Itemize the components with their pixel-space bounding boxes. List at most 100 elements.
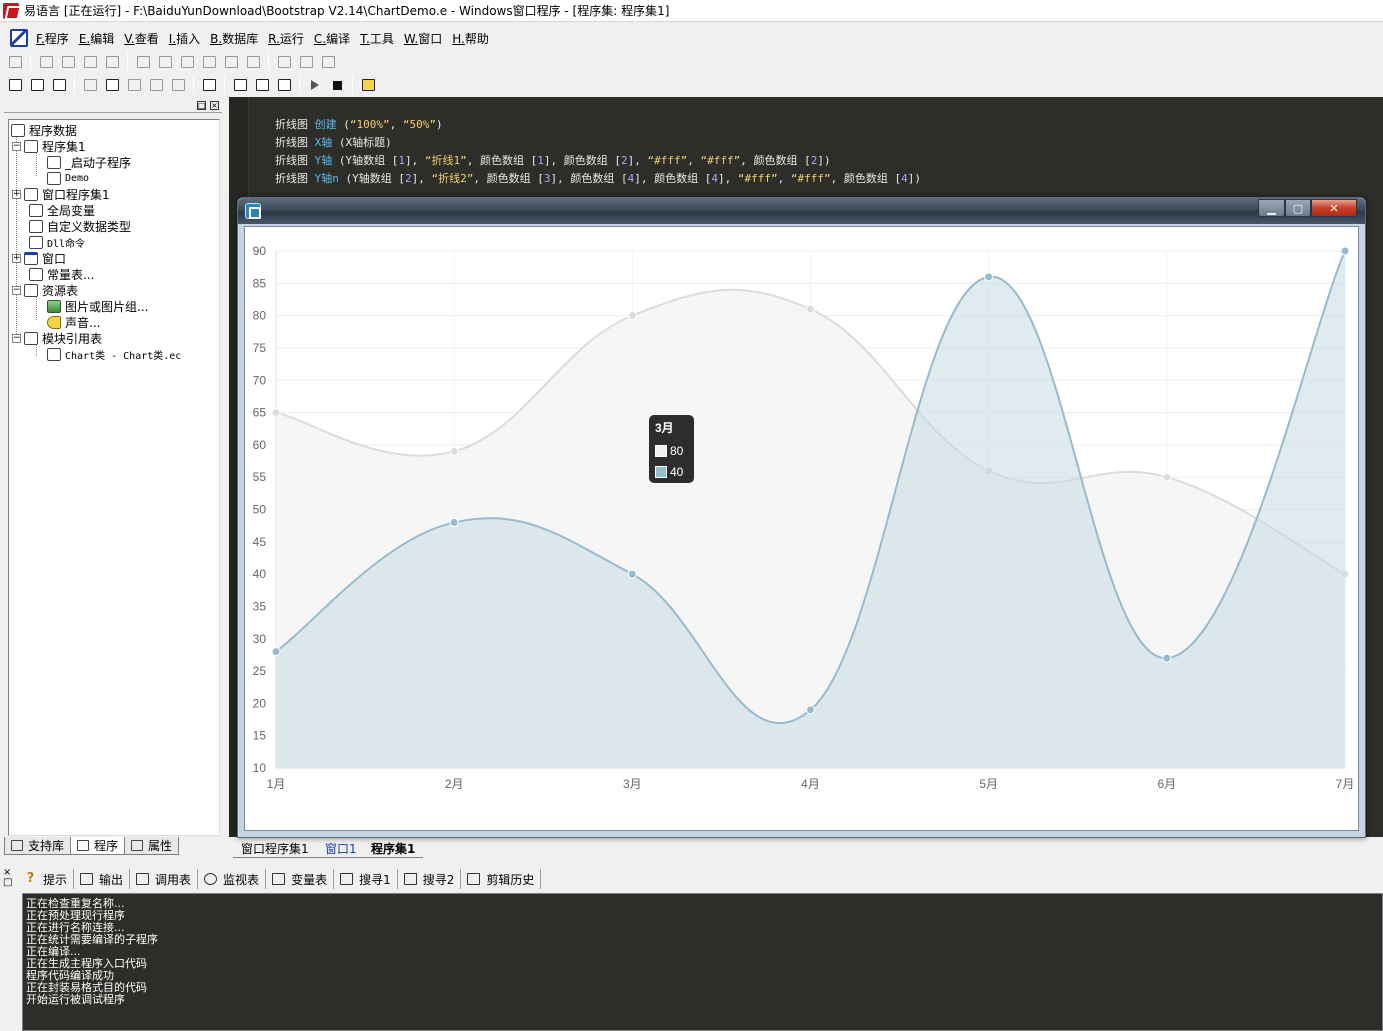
space-vertical-icon[interactable] bbox=[176, 52, 198, 72]
center-vertical-icon[interactable] bbox=[154, 52, 176, 72]
menu-tools[interactable]: T.工具 bbox=[355, 30, 399, 47]
run-icon[interactable] bbox=[304, 75, 326, 95]
save-icon[interactable] bbox=[48, 75, 70, 95]
align-right-icon[interactable] bbox=[57, 52, 79, 72]
menu-run[interactable]: R.运行 bbox=[263, 30, 309, 47]
tab-window-assembly1[interactable]: 窗口程序集1 bbox=[233, 839, 317, 858]
minimize-button[interactable]: ▁ bbox=[1258, 199, 1285, 217]
copy-icon[interactable] bbox=[101, 75, 123, 95]
space-horizontal-icon[interactable] bbox=[198, 52, 220, 72]
align-bottom-icon[interactable] bbox=[101, 52, 123, 72]
tree-item-program-data[interactable]: 程序数据 bbox=[11, 122, 77, 138]
y-tick-label: 60 bbox=[253, 438, 267, 452]
tree-item-custom-types[interactable]: 自定义数据类型 bbox=[29, 218, 131, 234]
debug-icon[interactable] bbox=[357, 75, 379, 95]
tab-watch[interactable]: 监视表 bbox=[198, 869, 267, 889]
maximize-button[interactable]: ▢ bbox=[1285, 199, 1311, 217]
same-width-icon[interactable] bbox=[273, 52, 295, 72]
tab-output[interactable]: 输出 bbox=[74, 869, 131, 889]
find-icon[interactable] bbox=[198, 75, 220, 95]
toolbar-separator bbox=[193, 76, 194, 94]
menu-database[interactable]: B.数据库 bbox=[205, 30, 263, 47]
paste-icon[interactable] bbox=[123, 75, 145, 95]
expand-icon[interactable]: + bbox=[12, 253, 21, 263]
same-size-icon[interactable] bbox=[317, 52, 339, 72]
layout-tabs-icon[interactable] bbox=[273, 75, 295, 95]
tree-item-assembly1[interactable]: − 程序集1 bbox=[12, 138, 86, 154]
menu-insert[interactable]: I.插入 bbox=[164, 30, 205, 47]
tab-call-stack[interactable]: 调用表 bbox=[130, 869, 199, 889]
tree-item-constants[interactable]: 常量表... bbox=[29, 266, 94, 282]
tab-variables[interactable]: 变量表 bbox=[266, 869, 335, 889]
tab-properties[interactable]: 属性 bbox=[124, 837, 180, 855]
distribute-horizontal-icon[interactable] bbox=[220, 52, 242, 72]
collapse-icon[interactable]: − bbox=[12, 141, 21, 151]
tab-label: 窗口1 bbox=[325, 841, 357, 856]
menu-view[interactable]: V.查看 bbox=[119, 30, 164, 47]
document-logo-icon[interactable] bbox=[10, 29, 28, 47]
output-restore-button[interactable]: □ bbox=[3, 878, 15, 888]
series-1-point bbox=[806, 304, 815, 314]
cut-icon[interactable] bbox=[79, 75, 101, 95]
tab-window1[interactable]: 窗口1 bbox=[317, 839, 365, 858]
align-left-icon[interactable] bbox=[35, 52, 57, 72]
tab-assembly1[interactable]: 程序集1 bbox=[363, 839, 424, 858]
toolbar-separator bbox=[299, 76, 300, 94]
tree-item-windows[interactable]: + 窗口 bbox=[12, 250, 66, 266]
close-button[interactable]: ✕ bbox=[1311, 199, 1357, 217]
tree-item-module-refs[interactable]: − 模块引用表 bbox=[12, 330, 102, 346]
distribute-vertical-icon[interactable] bbox=[242, 52, 264, 72]
tree-item-sounds[interactable]: 声音... bbox=[47, 314, 100, 330]
code-token: “#fff” bbox=[700, 154, 741, 167]
panel-restore-button[interactable]: □ bbox=[197, 101, 206, 110]
tab-search1[interactable]: 搜寻1 bbox=[334, 869, 398, 889]
question-icon: ? bbox=[26, 871, 35, 886]
code-line[interactable]: 折线图 Y轴 (Y轴数组 [1], “折线1”, 颜色数组 [1], 颜色数组 … bbox=[275, 152, 831, 168]
tree-item-resources[interactable]: − 资源表 bbox=[12, 282, 78, 298]
output-log[interactable]: 正在检查重复名称... 正在预处理现行程序 正在进行名称连接... 正在统计需要编译的… bbox=[22, 893, 1383, 1031]
code-line[interactable]: 折线图 Y轴n (Y轴数组 [2], “折线2”, 颜色数组 [3], 颜色数组… bbox=[275, 170, 921, 186]
new-file-icon[interactable] bbox=[4, 75, 26, 95]
menu-help[interactable]: H.帮助 bbox=[447, 30, 494, 47]
code-line[interactable]: 折线图 X轴 (X轴标题) bbox=[275, 134, 392, 150]
undo-icon[interactable] bbox=[167, 75, 189, 95]
menu-program[interactable]: F.程序 bbox=[31, 30, 74, 47]
collapse-icon[interactable]: − bbox=[12, 285, 21, 295]
tree-item-demo[interactable]: Demo bbox=[47, 170, 89, 186]
tree-item-chart-module[interactable]: Chart类 - Chart类.ec bbox=[47, 346, 181, 362]
stop-icon[interactable] bbox=[326, 75, 348, 95]
y-tick-label: 70 bbox=[253, 373, 267, 387]
chart-window-titlebar[interactable]: ▁ ▢ ✕ bbox=[238, 198, 1365, 224]
layers-icon bbox=[24, 187, 38, 201]
tree-item-images[interactable]: 图片或图片组... bbox=[47, 298, 148, 314]
y-tick-label: 80 bbox=[253, 309, 267, 323]
tab-program[interactable]: 程序 bbox=[70, 837, 126, 855]
clipboard-icon bbox=[467, 873, 481, 885]
layout-bottom-panel-icon[interactable] bbox=[251, 75, 273, 95]
open-folder-icon[interactable] bbox=[26, 75, 48, 95]
align-top-icon[interactable] bbox=[79, 52, 101, 72]
layout-left-panel-icon[interactable] bbox=[229, 75, 251, 95]
app-icon bbox=[245, 203, 261, 219]
same-height-icon[interactable] bbox=[295, 52, 317, 72]
tab-search2[interactable]: 搜寻2 bbox=[398, 869, 462, 889]
menu-edit[interactable]: E.编辑 bbox=[74, 30, 119, 47]
tree-item-window-assembly1[interactable]: + 窗口程序集1 bbox=[12, 186, 110, 202]
tree-item-startup-sub[interactable]: _启动子程序 bbox=[47, 154, 131, 170]
tab-clip-history[interactable]: 剪辑历史 bbox=[461, 869, 542, 889]
form-icon[interactable] bbox=[4, 52, 26, 72]
x-tick-label: 3月 bbox=[623, 777, 642, 791]
redo-icon[interactable] bbox=[145, 75, 167, 95]
panel-close-button[interactable]: × bbox=[210, 101, 219, 110]
tab-hints[interactable]: ? 提示 bbox=[18, 869, 75, 889]
menu-window[interactable]: W.窗口 bbox=[399, 30, 447, 47]
code-token: 3 bbox=[543, 172, 551, 185]
code-line[interactable]: 折线图 创建 (“100%”, “50%”) bbox=[275, 116, 443, 132]
collapse-icon[interactable]: − bbox=[12, 333, 21, 343]
tab-support-library[interactable]: 支持库 bbox=[4, 837, 72, 855]
expand-icon[interactable]: + bbox=[12, 189, 21, 199]
tree-item-dll-commands[interactable]: Dll命令 bbox=[29, 234, 85, 250]
menu-compile[interactable]: C.编译 bbox=[309, 30, 355, 47]
center-horizontal-icon[interactable] bbox=[132, 52, 154, 72]
tree-item-global-vars[interactable]: 全局变量 bbox=[29, 202, 95, 218]
